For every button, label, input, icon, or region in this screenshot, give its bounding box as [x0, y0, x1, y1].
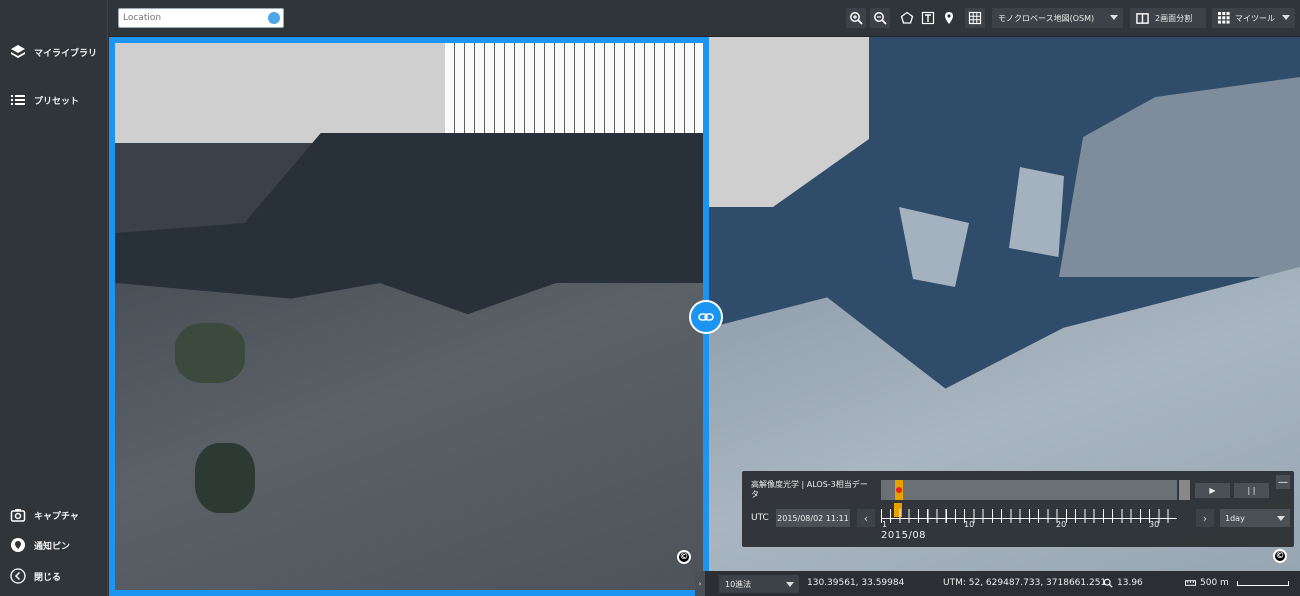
- split-screen-button[interactable]: 2画面分割: [1130, 8, 1206, 28]
- pentagon-icon: [900, 11, 914, 24]
- coord-format-label: 10進法: [725, 579, 752, 589]
- zoom-in-button[interactable]: [846, 8, 866, 28]
- month-label: 2015/08: [881, 530, 927, 541]
- sidebar-item-notify-pin[interactable]: 通知ピン: [10, 537, 70, 553]
- pin-icon: [11, 538, 25, 552]
- zoom-readout: 13.96: [1103, 578, 1143, 588]
- chevron-left-icon: ‹: [863, 511, 869, 525]
- map-marker-icon: [945, 12, 953, 24]
- track-scrollbar[interactable]: [1179, 480, 1190, 500]
- sync-link-button[interactable]: [689, 300, 723, 334]
- my-tools-label: マイツール: [1235, 13, 1275, 23]
- link-icon: [698, 313, 714, 321]
- list-icon: [11, 95, 25, 105]
- time-slider-panel: 高解像度光学 | ALOS-3相当データ ▶ | | — UTC 2015/08…: [742, 471, 1294, 547]
- sidebar-item-label: キャプチャ: [34, 511, 79, 522]
- interval-label: 1day: [1225, 513, 1245, 523]
- play-button[interactable]: ▶: [1195, 483, 1230, 498]
- sidebar-item-close[interactable]: 閉じる: [10, 568, 61, 584]
- scale-bar: [1236, 580, 1289, 586]
- coord-format-select[interactable]: 10進法: [719, 575, 799, 593]
- utm-readout: UTM: 52, 629487.733, 3718661.251: [943, 578, 1107, 588]
- sidebar-item-capture[interactable]: キャプチャ: [10, 507, 79, 523]
- chevron-down-icon: [1282, 15, 1290, 20]
- status-bar: › 10進法 130.39561, 33.59984 UTM: 52, 6294…: [695, 571, 1300, 596]
- availability-track[interactable]: [881, 480, 1177, 500]
- ruler-icon: [1185, 580, 1196, 586]
- tick-label: 1: [882, 520, 888, 529]
- my-tools-select[interactable]: マイツール: [1212, 8, 1295, 28]
- sidebar-item-label: 通知ピン: [34, 541, 71, 552]
- sidebar: マイライブラリ プリセット キャプチャ 通知ピン 閉じる: [0, 0, 108, 596]
- chevron-down-icon: [1277, 516, 1285, 521]
- osm-street-tiles: [445, 43, 703, 139]
- dataset-title: 高解像度光学 | ALOS-3相当データ: [751, 480, 868, 499]
- tick-label: 30: [1149, 520, 1160, 529]
- chevron-right-icon: ›: [698, 579, 702, 588]
- polygon-tool-button[interactable]: [897, 8, 917, 28]
- grid-button[interactable]: [965, 8, 985, 28]
- tick-label: 10: [964, 520, 975, 529]
- day-ticks[interactable]: [881, 509, 1177, 523]
- next-month-button[interactable]: ›: [1196, 509, 1214, 527]
- marker-tool-button[interactable]: [939, 8, 959, 28]
- chevron-down-icon: [786, 582, 794, 587]
- map-pane-left[interactable]: ©: [109, 37, 709, 596]
- layers-icon: [11, 45, 25, 58]
- prev-month-button[interactable]: ‹: [857, 509, 875, 527]
- sidebar-item-my-library[interactable]: マイライブラリ: [10, 44, 97, 60]
- chevron-right-icon: ›: [1202, 511, 1208, 525]
- basemap-label: モノクロベース地図(OSM): [998, 13, 1095, 23]
- zoom-out-icon: [874, 12, 887, 25]
- sidebar-item-label: 閉じる: [34, 572, 62, 583]
- zoom-out-button[interactable]: [870, 8, 890, 28]
- zoom-in-icon: [850, 12, 863, 25]
- scale-readout: 500 m: [1185, 578, 1289, 588]
- data-point-dot[interactable]: [896, 487, 902, 493]
- sidebar-item-label: プリセット: [34, 96, 80, 107]
- camera-icon: [10, 509, 26, 522]
- scale-value: 500 m: [1200, 578, 1229, 588]
- sidebar-item-presets[interactable]: プリセット: [10, 92, 79, 108]
- interval-select[interactable]: 1day: [1220, 509, 1290, 527]
- latlon-readout: 130.39561, 33.59984: [807, 578, 905, 588]
- basemap-select[interactable]: モノクロベース地図(OSM): [992, 8, 1123, 28]
- text-icon: [921, 11, 935, 25]
- search-input[interactable]: [123, 11, 263, 25]
- minimize-button[interactable]: —: [1276, 475, 1290, 489]
- tick-baseline: [881, 518, 1177, 519]
- apps-grid-icon: [1218, 12, 1230, 24]
- top-toolbar: モノクロベース地図(OSM) 2画面分割 マイツール: [109, 0, 1300, 37]
- copyright-icon[interactable]: ©: [677, 550, 691, 564]
- pond-area: [195, 443, 255, 513]
- status-toggle-button[interactable]: ›: [695, 571, 705, 596]
- search-icon[interactable]: [268, 12, 280, 24]
- text-tool-button[interactable]: [918, 8, 938, 28]
- split-label: 2画面分割: [1155, 13, 1193, 23]
- chevron-down-icon: [1110, 15, 1118, 20]
- park-area: [175, 323, 245, 383]
- timezone-label: UTC: [751, 513, 769, 523]
- split-view-icon: [1136, 12, 1149, 24]
- zoom-value: 13.96: [1117, 578, 1143, 588]
- datetime-field[interactable]: 2015/08/02 11:11: [776, 509, 850, 527]
- sidebar-item-label: マイライブラリ: [34, 48, 98, 59]
- copyright-icon[interactable]: ©: [1273, 549, 1287, 563]
- pause-button[interactable]: | |: [1234, 483, 1269, 498]
- grid-icon: [968, 11, 982, 25]
- location-search: [118, 8, 284, 28]
- magnifier-icon: [1103, 578, 1113, 588]
- app-root: マイライブラリ プリセット キャプチャ 通知ピン 閉じる Location モノ…: [0, 0, 1300, 596]
- chevron-left-circle-icon: [10, 568, 26, 584]
- tick-label: 20: [1056, 520, 1067, 529]
